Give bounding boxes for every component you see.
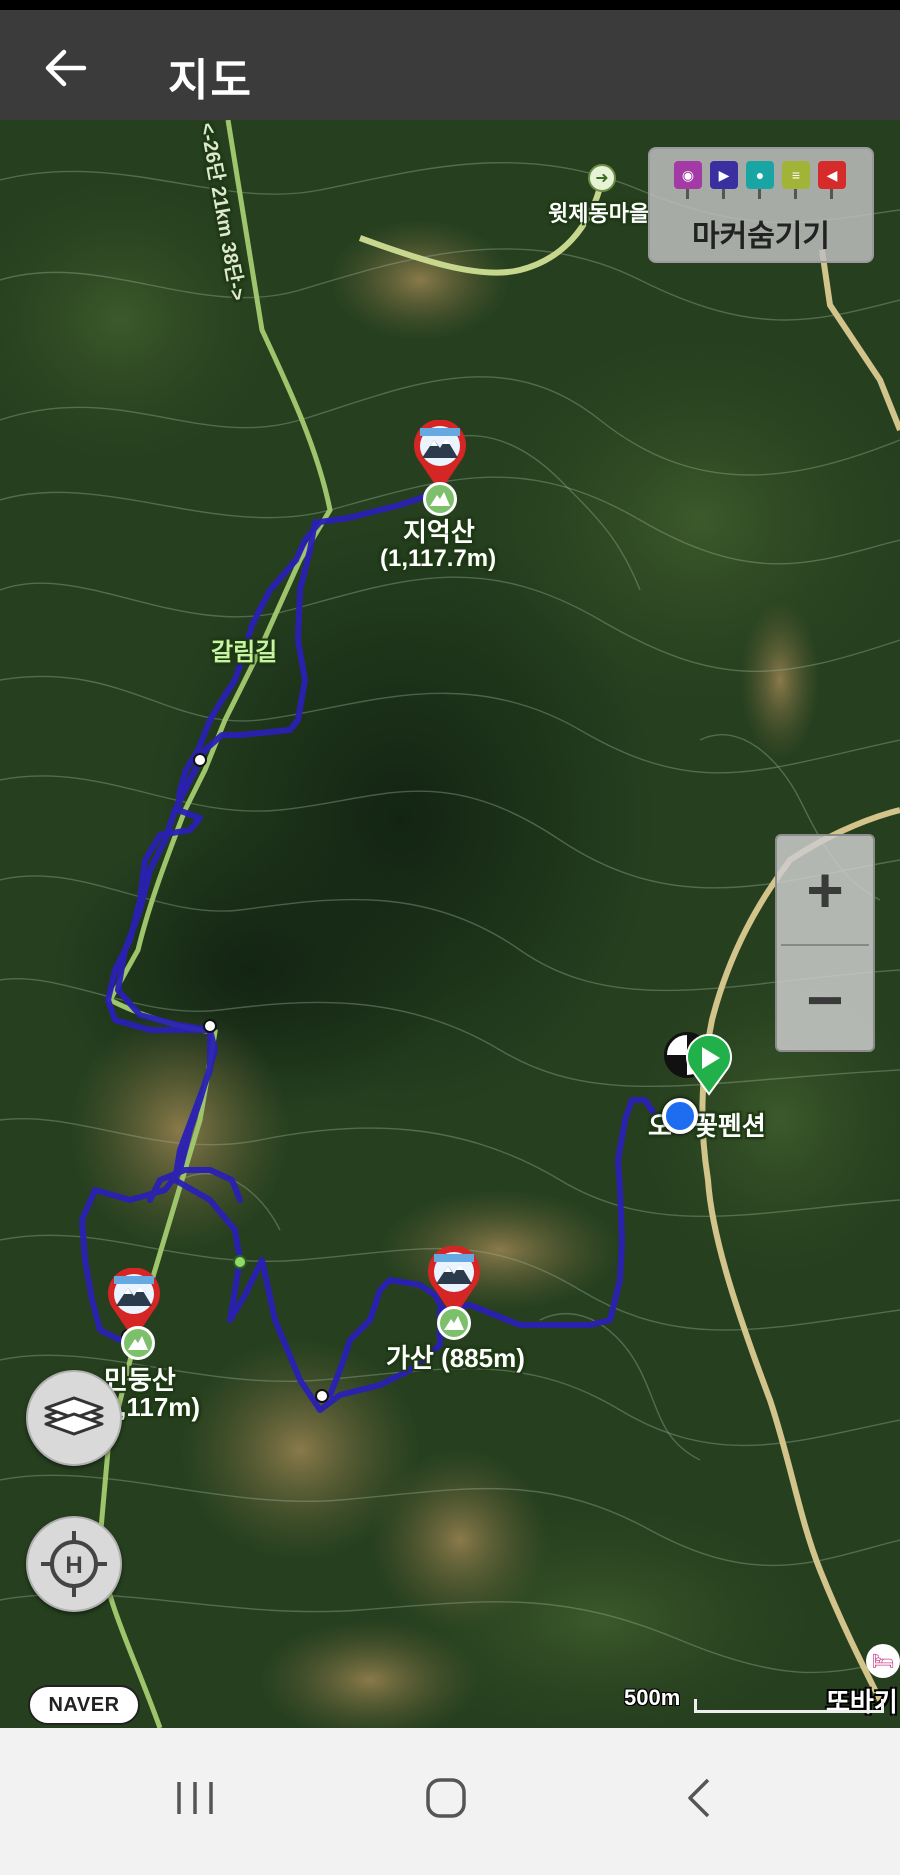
locate-button[interactable]: H — [26, 1516, 122, 1612]
system-nav-bar — [0, 1728, 900, 1875]
home-icon — [426, 1778, 466, 1818]
zoom-in-button[interactable]: + — [777, 836, 873, 944]
microphone-icon: ● — [746, 161, 774, 199]
peak-height-jieok: (1,117.7m) — [380, 545, 497, 572]
start-marker[interactable] — [684, 1033, 734, 1096]
bed-icon: 🛏 — [866, 1644, 900, 1678]
mountain-icon — [444, 1316, 464, 1330]
recent-apps-icon — [177, 1782, 213, 1814]
peak-icon-gasan — [437, 1306, 471, 1340]
junction-label: 갈림길 — [211, 639, 278, 666]
village-label: 윗제동마을 — [548, 201, 650, 226]
map-view[interactable]: <-26단 21km 38단-> 윗제동마을 ➜ 갈림길 지억산 (1,117.… — [0, 120, 900, 1728]
page-title: 지도 — [168, 56, 253, 105]
back-nav-button[interactable] — [660, 1768, 740, 1828]
village-arrow-icon: ➜ — [588, 164, 616, 192]
flag-icon: ◀ — [818, 161, 846, 199]
home-button[interactable] — [406, 1768, 486, 1828]
app-bar: 지도 — [0, 10, 900, 120]
peak-icon-mindung — [121, 1326, 155, 1360]
peak-icon-jieok — [423, 482, 457, 516]
layers-button[interactable] — [26, 1370, 122, 1466]
video-icon: ▶ — [710, 161, 738, 199]
pension-label: 꽃펜션 — [694, 1111, 766, 1141]
naver-logo: NAVER — [28, 1685, 140, 1725]
peak-name-jieok: 지억산 — [403, 517, 475, 547]
zoom-out-button[interactable]: − — [777, 946, 873, 1054]
satellite-map — [0, 120, 900, 1728]
play-pin-icon — [686, 1033, 732, 1096]
current-location-dot — [662, 1098, 698, 1134]
status-bar — [0, 0, 900, 10]
mountain-icon — [128, 1336, 148, 1350]
arrow-left-icon — [45, 49, 87, 87]
mountain-icon — [430, 492, 450, 506]
svg-text:H: H — [65, 1552, 82, 1579]
memo-icon: ≡ — [782, 161, 810, 199]
recent-apps-button[interactable] — [155, 1768, 235, 1828]
peak-name-gasan: 가산 (885m) — [386, 1343, 525, 1373]
chevron-left-icon — [688, 1778, 710, 1818]
scale-ruler — [694, 1699, 884, 1713]
crosshair-icon: H — [41, 1531, 107, 1597]
marker-toggle-label: 마커숨기기 — [692, 220, 830, 253]
scale-bar: 500m — [620, 1685, 890, 1719]
layers-icon — [44, 1396, 104, 1436]
marker-toggle-button[interactable]: ◉ ▶ ● ≡ ◀ 마커숨기기 — [648, 147, 874, 263]
scale-label: 500m — [624, 1685, 681, 1710]
zoom-control: + − — [775, 834, 875, 1052]
back-button[interactable] — [38, 40, 94, 96]
camera-icon: ◉ — [674, 161, 702, 199]
